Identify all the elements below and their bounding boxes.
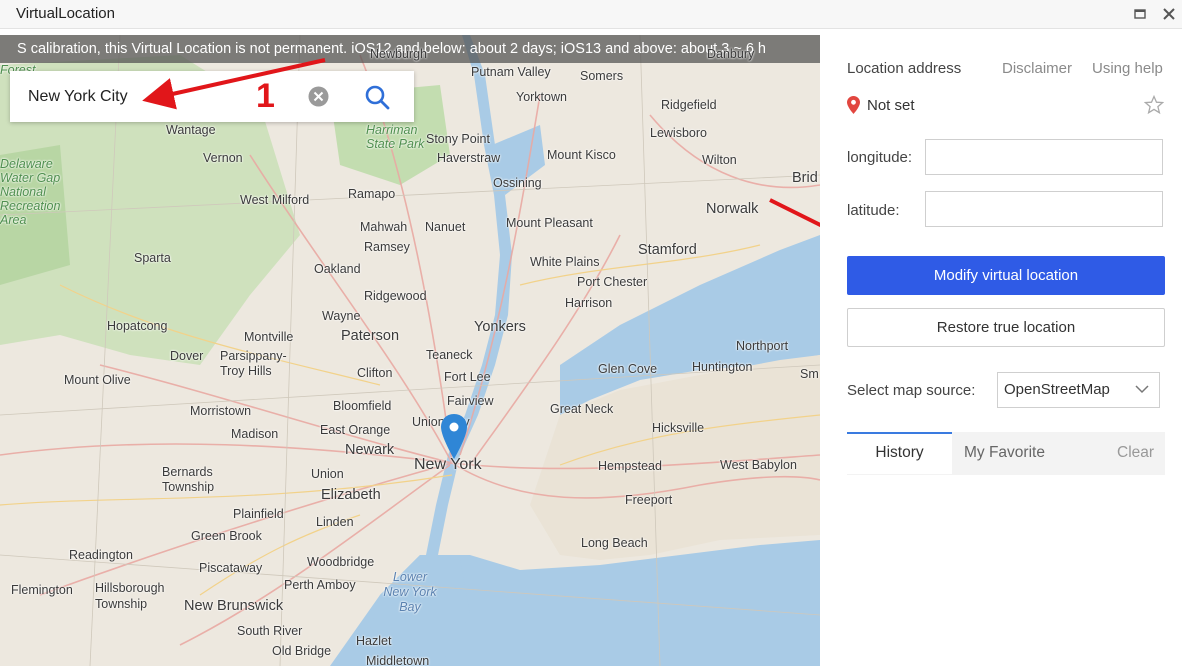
favorite-star-icon[interactable] (1143, 94, 1165, 120)
latitude-label: latitude: (847, 202, 900, 219)
location-value: Not set (867, 97, 915, 114)
location-panel: Location address Disclaimer Using help N… (820, 35, 1182, 666)
annotation-arrow-1 (142, 58, 326, 110)
longitude-input[interactable] (925, 139, 1163, 175)
using-help-link[interactable]: Using help (1092, 60, 1163, 77)
window-title: VirtualLocation (16, 5, 115, 22)
title-bar: VirtualLocation (0, 0, 1182, 29)
tab-history[interactable]: History (847, 432, 952, 474)
map-source-value: OpenStreetMap (1004, 381, 1110, 398)
maximize-icon[interactable] (1131, 5, 1149, 23)
close-icon[interactable] (1160, 5, 1178, 23)
clear-history-button[interactable]: Clear (1117, 432, 1154, 474)
disclaimer-link[interactable]: Disclaimer (1002, 60, 1072, 77)
annotation-step-1: 1 (256, 77, 275, 115)
map-source-label: Select map source: (847, 382, 976, 399)
map-view[interactable]: S calibration, this Virtual Location is … (0, 35, 820, 666)
location-address-label: Location address (847, 60, 962, 77)
history-tabs: History My Favorite Clear (847, 432, 1165, 475)
map-source-select[interactable]: OpenStreetMap (997, 372, 1160, 408)
chevron-down-icon (1135, 385, 1149, 394)
tab-my-favorite[interactable]: My Favorite (964, 432, 1045, 474)
map-marker-icon (847, 96, 860, 119)
latitude-input[interactable] (925, 191, 1163, 227)
longitude-label: longitude: (847, 149, 913, 166)
modify-virtual-location-button[interactable]: Modify virtual location (847, 256, 1165, 295)
restore-true-location-button[interactable]: Restore true location (847, 308, 1165, 347)
